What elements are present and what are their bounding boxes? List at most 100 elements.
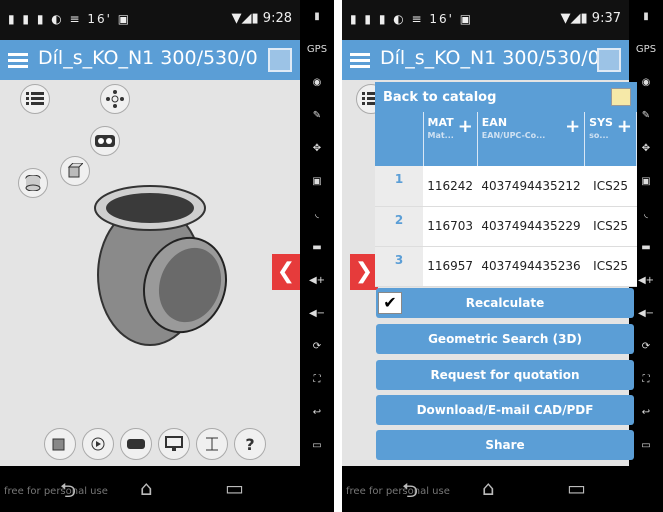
id-icon[interactable]: ▣ [300,165,334,198]
collapse-panel-tab[interactable]: ❮ [272,254,300,290]
scale-icon[interactable]: ⛶ [300,363,334,396]
column-label: SYS [589,116,613,129]
cube-view-icon[interactable] [60,156,90,186]
sidebar-back-icon[interactable]: ↩ [629,396,663,429]
column-header-sys[interactable]: SYS + so... [584,112,637,166]
location-icon[interactable]: ◉ [300,66,334,99]
table-row[interactable]: 3 116957 4037494435236 ICS25 [375,246,637,287]
rotate-play-icon[interactable] [82,428,114,460]
cube-icon[interactable] [44,428,76,460]
menu-icon[interactable] [350,50,370,70]
table-corner [375,112,424,166]
add-column-icon[interactable]: + [458,116,473,137]
status-time: ▼◢▮ 9:28 [231,11,292,26]
column-header-mat[interactable]: MAT + Mat... [423,112,478,166]
wand-icon[interactable]: ✎ [300,99,334,132]
table-row[interactable]: 2 116703 4037494435229 ICS25 [375,206,637,247]
app-toolbar: Díl_s_KO_N1 300/530/0,... [342,40,629,80]
rotate-icon[interactable]: ⟳ [300,330,334,363]
phone-left: ▮ ▮ ▮ ◐ ≡ 16' ▣ ▼◢▮ 9:28 Díl_s_KO_N1 300… [0,0,334,512]
variant-table: MAT + Mat... EAN + EAN/UPC-Co... SYS + s… [375,112,637,287]
android-nav-bar: free for personal use ⮌ ⌂ ▭ [0,466,300,512]
add-column-icon[interactable]: + [565,116,580,137]
home-icon[interactable]: ⌂ [482,476,495,500]
volume-up-icon[interactable]: ◀+ [300,264,334,297]
page-title: Díl_s_KO_N1 300/530/0,... [380,47,600,69]
3d-viewer[interactable] [0,80,300,466]
back-icon[interactable]: ⮌ [60,476,76,510]
table-row[interactable]: 1 116242 4037494435212 ICS25 [375,166,637,207]
rotate-icon[interactable]: ⟳ [629,330,663,363]
share-button[interactable]: Share [376,430,634,460]
monitor-icon[interactable] [158,428,190,460]
column-label: EAN [481,116,508,129]
cell-sys: ICS25 [584,166,637,207]
request-quotation-button[interactable]: Request for quotation [376,360,634,390]
add-column-icon[interactable]: + [617,116,632,137]
table-view-button[interactable] [597,48,621,72]
gps-label: GPS [306,44,328,55]
cell-sys: ICS25 [584,246,637,287]
row-number: 2 [375,206,423,247]
list-icon[interactable] [20,84,50,114]
rss-icon[interactable]: ◟ [300,198,334,231]
catalog-logo-icon [611,88,631,106]
right-sidebar: ▮ GPS ◉ ✎ ✥ ▣ ◟ ▬ ◀+ ◀− ⟳ ⛶ ↩ ▭ [300,0,334,512]
status-bar: ▮ ▮ ▮ ◐ ≡ 16' ▣ ▼◢▮ 9:37 [342,0,629,40]
cell-mat: 116703 [423,206,478,247]
cell-ean: 4037494435212 [477,166,585,207]
recalculate-button[interactable]: Recalculate [376,288,634,318]
row-number: 1 [375,166,423,207]
bottom-toolbar: ? [44,428,266,460]
app-toolbar: Díl_s_KO_N1 300/530/0,... [0,40,300,80]
back-to-catalog[interactable]: Back to catalog [375,82,637,112]
explode-icon[interactable] [100,84,130,114]
battery-icon: ▮ [643,11,649,22]
help-label: ? [245,434,255,454]
cell-ean: 4037494435236 [477,246,585,287]
cell-sys: ICS25 [584,206,637,247]
help-icon[interactable]: ? [234,428,266,460]
sidebar-recents-icon[interactable]: ▭ [629,429,663,462]
back-to-catalog-label: Back to catalog [383,90,497,105]
dimension-icon[interactable] [196,428,228,460]
volume-down-icon[interactable]: ◀− [629,297,663,330]
home-icon[interactable]: ⌂ [140,476,153,500]
column-label: MAT [427,116,454,129]
cylinder-icon[interactable] [18,168,48,198]
vr-glasses-icon[interactable] [120,428,152,460]
column-header-ean[interactable]: EAN + EAN/UPC-Co... [477,112,586,166]
scale-icon[interactable]: ⛶ [629,363,663,396]
status-icons: ▮ ▮ ▮ ◐ ≡ 16' ▣ [8,12,132,26]
watermark: free for personal use [346,486,450,497]
android-nav-bar: free for personal use ⮌ ⌂ ▭ [342,466,629,512]
page-title: Díl_s_KO_N1 300/530/0,... [38,47,258,69]
recents-icon[interactable]: ▭ [225,476,244,500]
download-cad-button[interactable]: Download/E-mail CAD/PDF [376,395,634,425]
expand-panel-tab[interactable]: ❯ [350,254,378,290]
cell-mat: 116242 [423,166,478,207]
recents-icon[interactable]: ▭ [567,476,586,500]
watermark: free for personal use [4,486,108,497]
volume-down-icon[interactable]: ◀− [300,297,334,330]
sidebar-back-icon[interactable]: ↩ [300,396,334,429]
gps-label: GPS [635,44,657,55]
cell-mat: 116957 [423,246,478,287]
status-bar: ▮ ▮ ▮ ◐ ≡ 16' ▣ ▼◢▮ 9:28 [0,0,300,40]
geometric-search-button[interactable]: Geometric Search (3D) [376,324,634,354]
pipe-tee-model [94,185,228,346]
battery-icon: ▮ [314,11,320,22]
dpad-icon[interactable]: ✥ [300,132,334,165]
row-number: 3 [375,246,423,287]
status-icons: ▮ ▮ ▮ ◐ ≡ 16' ▣ [350,12,474,26]
status-time: ▼◢▮ 9:37 [560,11,621,26]
menu-icon[interactable] [8,50,28,70]
chat-icon[interactable]: ▬ [300,231,334,264]
checkmark-icon[interactable]: ✔ [378,292,402,314]
vr-glasses-icon[interactable] [90,126,120,156]
table-view-button[interactable] [268,48,292,72]
cell-ean: 4037494435229 [477,206,585,247]
sidebar-recents-icon[interactable]: ▭ [300,429,334,462]
catalog-panel: Back to catalog MAT + Mat... EAN + EAN/U… [375,82,637,287]
back-icon[interactable]: ⮌ [402,476,418,510]
